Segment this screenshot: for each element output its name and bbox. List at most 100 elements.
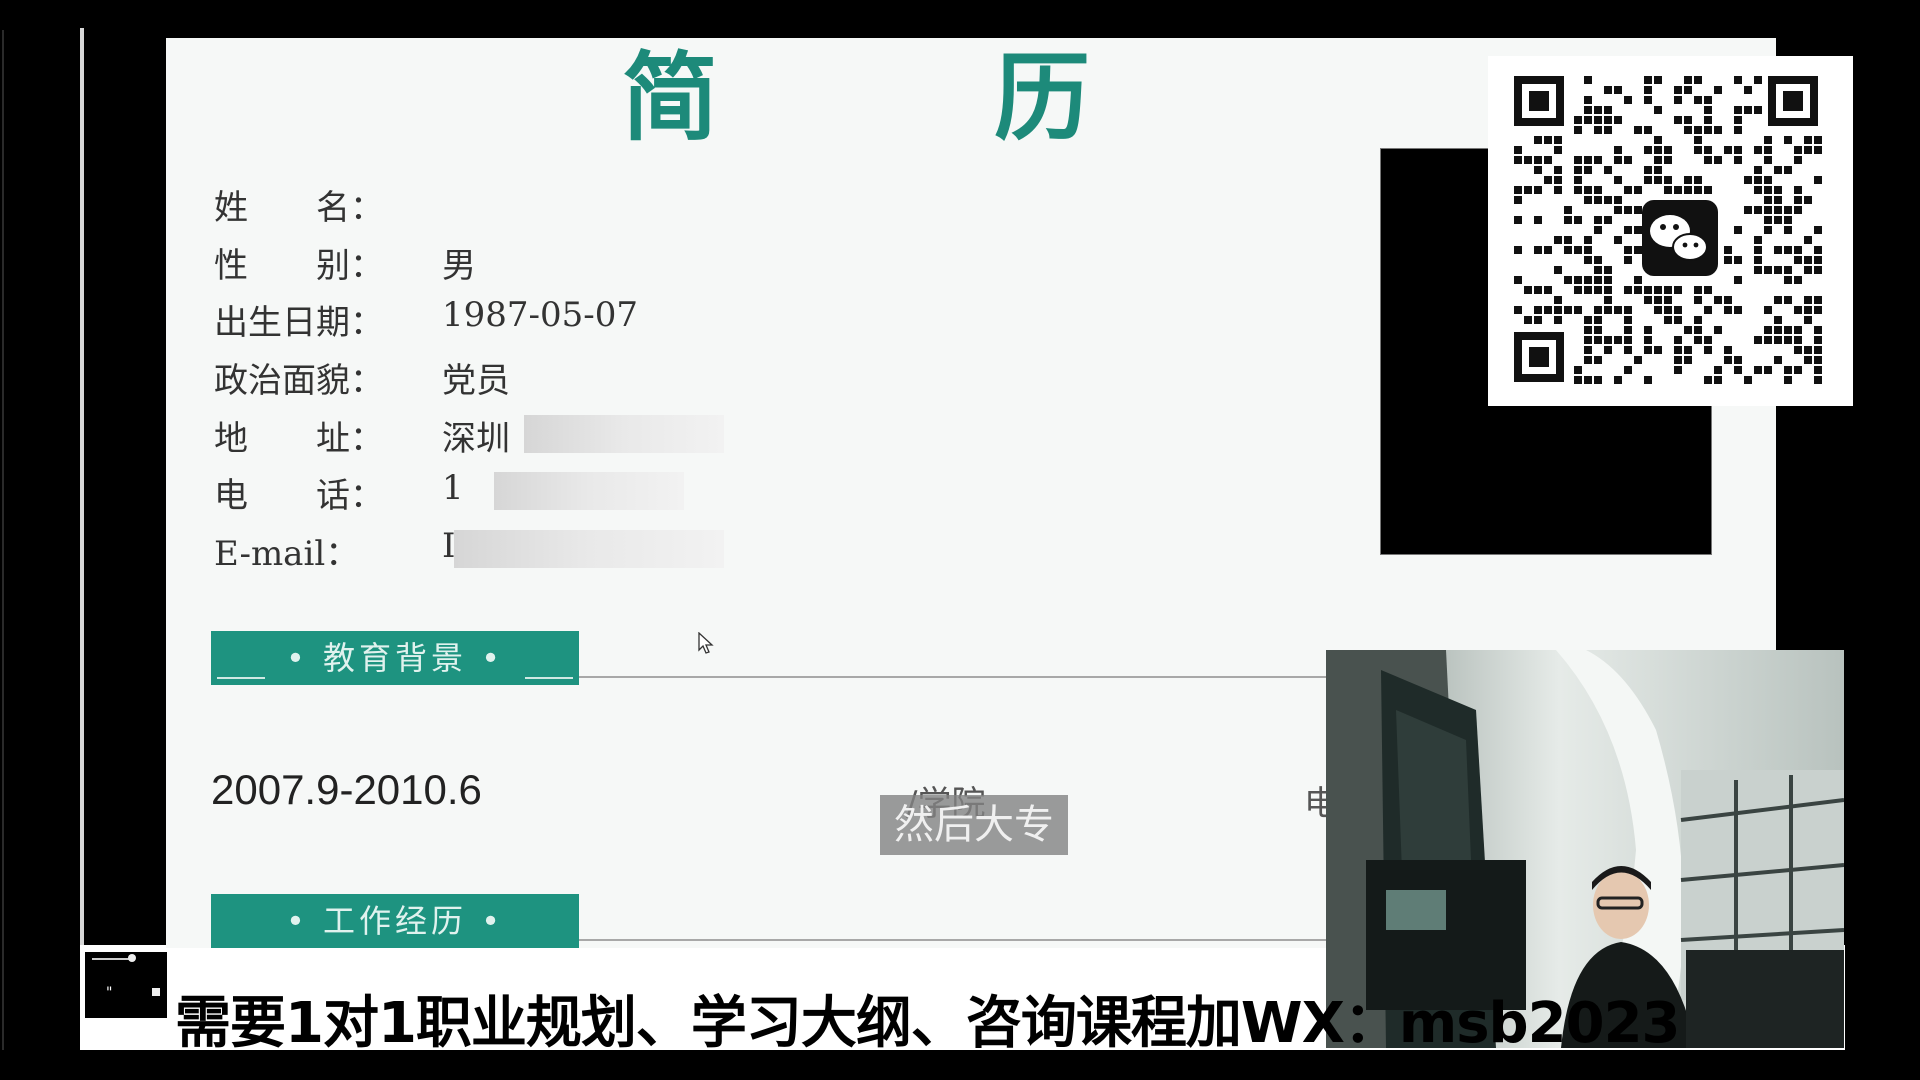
qr-module <box>1814 306 1822 314</box>
qr-module <box>1814 366 1822 374</box>
qr-module <box>1804 136 1812 144</box>
qr-module <box>1774 196 1782 204</box>
qr-module <box>1514 146 1522 154</box>
qr-module <box>1594 376 1602 384</box>
qr-module <box>1794 146 1802 154</box>
qr-module <box>1694 126 1702 134</box>
qr-module <box>1734 76 1742 84</box>
qr-module <box>1584 256 1592 264</box>
qr-module <box>1764 186 1772 194</box>
qr-module <box>1584 346 1592 354</box>
education-date-range: 2007.9-2010.6 <box>211 766 482 813</box>
qr-module <box>1694 316 1702 324</box>
qr-module <box>1804 146 1812 154</box>
qr-module <box>1644 146 1652 154</box>
qr-module <box>1764 206 1772 214</box>
qr-module <box>1764 156 1772 164</box>
qr-module <box>1674 346 1682 354</box>
field-value: 1987-05-07 <box>442 295 639 335</box>
qr-module <box>1624 316 1632 324</box>
qr-module <box>1694 146 1702 154</box>
qr-module <box>1794 326 1802 334</box>
qr-module <box>1744 86 1752 94</box>
stop-icon[interactable] <box>152 988 160 996</box>
progress-handle[interactable] <box>128 954 136 962</box>
redacted-address <box>524 415 724 453</box>
qr-module <box>1784 366 1792 374</box>
qr-module <box>1814 256 1822 264</box>
qr-module <box>1654 146 1662 154</box>
qr-module <box>1564 216 1572 224</box>
qr-module <box>1514 306 1522 314</box>
qr-module <box>1794 346 1802 354</box>
qr-module <box>1654 286 1662 294</box>
qr-module <box>1634 246 1642 254</box>
qr-module <box>1654 166 1662 174</box>
qr-module <box>1714 126 1722 134</box>
qr-module <box>1644 336 1652 344</box>
qr-module <box>1684 356 1692 364</box>
qr-module <box>1584 166 1592 174</box>
qr-module <box>1714 86 1722 94</box>
qr-module <box>1614 196 1622 204</box>
qr-module <box>1564 276 1572 284</box>
qr-module <box>1794 256 1802 264</box>
field-label: 电 话： <box>214 476 384 516</box>
qr-module <box>1664 146 1672 154</box>
qr-module <box>1704 96 1712 104</box>
qr-module <box>1614 236 1622 244</box>
qr-module <box>1774 216 1782 224</box>
qr-module <box>1574 116 1582 124</box>
qr-module <box>1624 226 1632 234</box>
qr-module <box>1754 106 1762 114</box>
qr-module <box>1604 276 1612 284</box>
qr-module <box>1544 176 1552 184</box>
qr-code-icon <box>1508 70 1833 395</box>
qr-module <box>1704 336 1712 344</box>
qr-module <box>1754 336 1762 344</box>
qr-module <box>1604 216 1612 224</box>
qr-module <box>1784 296 1792 304</box>
qr-module <box>1794 156 1802 164</box>
work-heading: • 工作经历 • <box>285 902 505 940</box>
qr-module <box>1634 356 1642 364</box>
qr-module <box>1804 266 1812 274</box>
qr-module <box>1694 76 1702 84</box>
qr-module <box>1784 266 1792 274</box>
qr-module <box>1774 326 1782 334</box>
qr-module <box>1574 246 1582 254</box>
qr-module <box>1574 126 1582 134</box>
pause-icon[interactable]: " <box>106 985 112 1001</box>
qr-module <box>1554 296 1562 304</box>
player-mini-controls <box>85 952 167 1018</box>
qr-code-card <box>1488 56 1853 406</box>
qr-module <box>1544 286 1552 294</box>
qr-module <box>1554 176 1562 184</box>
qr-module <box>1684 186 1692 194</box>
qr-module <box>1614 336 1622 344</box>
qr-module <box>1724 356 1732 364</box>
qr-module <box>1794 246 1802 254</box>
qr-module <box>1764 306 1772 314</box>
qr-module <box>1534 216 1542 224</box>
progress-track[interactable] <box>92 958 132 960</box>
qr-module <box>1734 146 1742 154</box>
qr-module <box>1584 186 1592 194</box>
qr-module <box>1724 146 1732 154</box>
qr-module <box>1784 326 1792 334</box>
qr-module <box>1514 246 1522 254</box>
qr-module <box>1764 366 1772 374</box>
qr-module <box>1594 216 1602 224</box>
qr-module <box>1754 256 1762 264</box>
qr-module <box>1794 306 1802 314</box>
qr-module <box>1534 316 1542 324</box>
qr-module <box>1774 206 1782 214</box>
qr-module <box>1784 246 1792 254</box>
qr-module <box>1584 316 1592 324</box>
qr-module <box>1764 146 1772 154</box>
qr-module <box>1584 116 1592 124</box>
qr-module <box>1644 346 1652 354</box>
qr-module <box>1704 306 1712 314</box>
qr-module <box>1734 126 1742 134</box>
qr-module <box>1814 356 1822 364</box>
